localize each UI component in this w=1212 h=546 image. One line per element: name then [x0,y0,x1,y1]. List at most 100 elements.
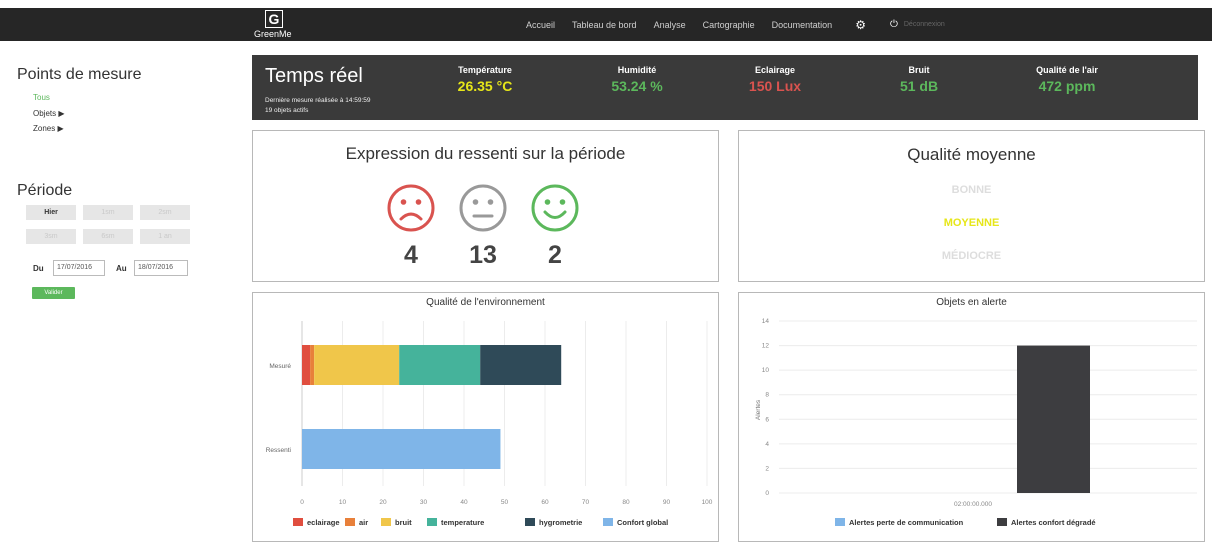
legend-label: temperature [441,518,484,527]
period-button-2sm[interactable]: 2sm [140,205,190,220]
filter-objets[interactable]: Objets ▶ [33,109,65,118]
quality-level-moyenne: MOYENNE [943,217,1000,229]
environment-chart-panel: Qualité de l'environnement 0 10 20 30 40 50 60… [252,292,719,542]
nav-tableau-de-bord[interactable]: Tableau de bord [572,20,637,30]
bar-segment-bruit [314,345,400,385]
bar-segment-confort-global [302,429,501,469]
nav-analyse[interactable]: Analyse [654,20,686,30]
valider-button[interactable]: Valider [32,287,75,299]
greenme-logo[interactable]: G GreenMe [254,10,294,40]
x-tick-label: 0 [300,499,304,506]
legend-swatch [835,518,845,526]
legend-label: Alertes confort dégradé [1011,518,1096,527]
ressenti-panel: Expression du ressenti sur la période 4 … [252,130,719,282]
du-date-input[interactable]: 17/07/2016 [53,260,105,276]
metric-humidite: Humidité 53.24 % [577,65,697,94]
period-button-1an[interactable]: 1 an [140,229,190,244]
logo-text: GreenMe [254,29,292,39]
alerts-chart: 0 2 4 6 8 10 12 14 Alertes 02:00:00.000 Alertes pe… [755,318,1197,527]
main-nav: Accueil Tableau de bord Analyse Cartogra… [526,8,945,41]
triangle-right-icon: ▶ [58,109,65,118]
nav-cartographie[interactable]: Cartographie [703,20,755,30]
gear-icon[interactable]: ⚙ [855,18,866,32]
metric-label: Bruit [908,65,930,75]
period-button-3sm[interactable]: 3sm [26,229,76,244]
logout-link[interactable]: Déconnexion [904,21,945,28]
legend-swatch [381,518,391,526]
legend-swatch [603,518,613,526]
y-tick-label: 6 [765,416,769,423]
filter-zones[interactable]: Zones ▶ [33,124,64,133]
y-axis-label: Alertes [755,399,762,420]
legend-label: Alertes perte de communication [849,518,964,527]
bar-segment-eclairage [302,345,311,385]
logo-letter: G [265,10,283,28]
period-button-6sm[interactable]: 6sm [83,229,133,244]
metric-value: 51 dB [899,78,939,94]
metric-qualite-air: Qualité de l'air 472 ppm [1007,65,1127,94]
periode-title: Période [17,182,73,199]
filter-tous[interactable]: Tous [33,93,50,102]
environment-chart-title: Qualité de l'environnement [426,297,545,308]
category-label: Ressenti [266,447,291,454]
filter-objets-label: Objets [33,109,57,118]
ressenti-title: Expression du ressenti sur la période [345,144,626,163]
x-tick-label: 40 [460,499,468,506]
metric-value: 53.24 % [611,78,663,94]
y-tick-label: 0 [765,490,769,497]
category-label: Mesuré [269,363,291,370]
alerts-chart-panel: Objets en alerte 0 2 4 6 8 10 12 14 Alertes 02:00… [738,292,1205,542]
metric-value: 150 Lux [748,78,802,94]
qualite-moyenne-title: Qualité moyenne [907,145,1036,164]
x-tick-label: 50 [501,499,509,506]
legend-label: hygrometrie [539,518,582,527]
y-tick-label: 10 [762,367,770,374]
metric-value: 26.35 °C [457,78,513,94]
au-label: Au [116,264,127,273]
realtime-bar: Temps réel Dernière mesure réalisée à 14… [252,55,1198,120]
metric-label: Température [458,65,512,75]
x-tick-label: 02:00:00.000 [954,501,992,508]
legend-label: eclairage [307,518,340,527]
nav-accueil[interactable]: Accueil [526,20,555,30]
quality-level-bonne: BONNE [951,184,992,196]
legend-swatch [345,518,355,526]
realtime-subtitle: Dernière mesure réalisée à 14:59:59 19 o… [265,96,371,116]
x-tick-label: 90 [663,499,671,506]
legend-label: air [359,518,368,527]
x-tick-label: 60 [541,499,549,506]
qualite-moyenne-panel: Qualité moyenne BONNE MOYENNE MÉDIOCRE [738,130,1205,282]
bar-segment-temperature [399,345,481,385]
top-navbar: G GreenMe Accueil Tableau de bord Analys… [0,8,1212,41]
count-neutral: 13 [469,241,497,269]
legend-swatch [525,518,535,526]
count-positive: 2 [548,241,562,269]
last-measure-text: Dernière mesure réalisée à 14:59:59 [265,97,371,104]
filter-zones-label: Zones [33,124,56,133]
happy-face-icon [531,184,579,232]
x-tick-label: 10 [339,499,347,506]
quality-level-mediocre: MÉDIOCRE [941,250,1002,262]
count-negative: 4 [404,241,418,269]
x-tick-label: 80 [622,499,630,506]
legend-label: bruit [395,518,412,527]
power-icon[interactable]: ⏻ [890,19,898,30]
metric-eclairage: Eclairage 150 Lux [715,65,835,94]
legend-swatch [293,518,303,526]
x-tick-label: 30 [420,499,428,506]
metric-temperature: Température 26.35 °C [425,65,545,94]
period-button-1sm[interactable]: 1sm [83,205,133,220]
triangle-right-icon: ▶ [57,124,64,133]
bar-segment-air [310,345,315,385]
period-button-hier[interactable]: Hier [26,205,76,220]
nav-documentation[interactable]: Documentation [772,20,833,30]
legend-label: Confort global [617,518,668,527]
metric-bruit: Bruit 51 dB [859,65,979,94]
y-tick-label: 14 [762,318,770,325]
y-tick-label: 8 [765,392,769,399]
y-tick-label: 4 [765,441,769,448]
bar-segment-hygrometrie [480,345,562,385]
y-tick-label: 12 [762,343,770,350]
metric-label: Humidité [617,65,657,75]
au-date-input[interactable]: 18/07/2016 [134,260,188,276]
